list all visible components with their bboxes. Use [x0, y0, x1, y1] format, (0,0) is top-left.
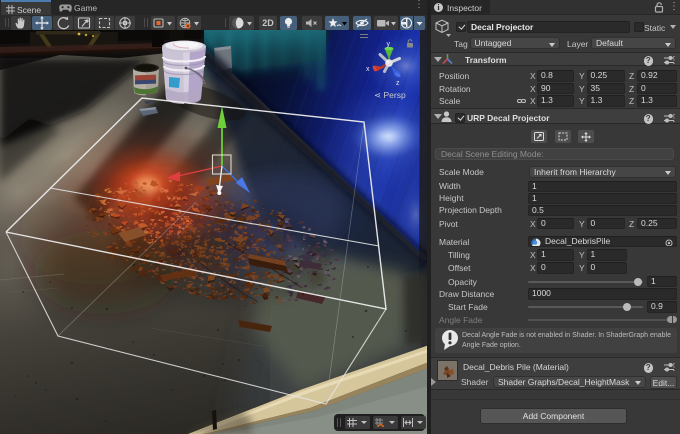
svg-text:y: y [387, 41, 391, 48]
svg-text:x: x [366, 66, 370, 73]
svg-text:⋖ Persp: ⋖ Persp [374, 90, 406, 100]
svg-text:z: z [396, 80, 400, 87]
